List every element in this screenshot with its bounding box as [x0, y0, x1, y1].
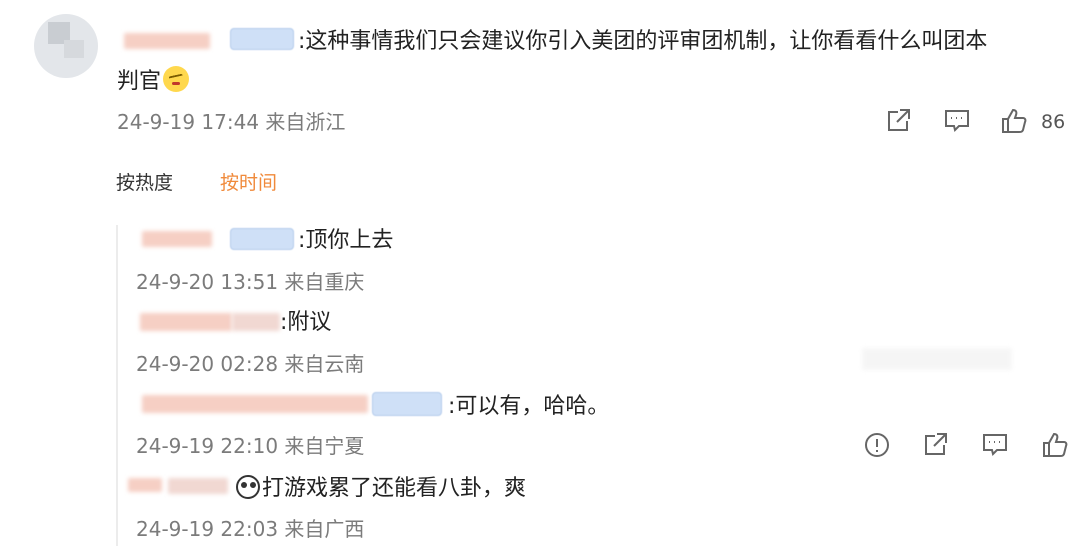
reply-divider: [116, 225, 118, 546]
sort-by-time-tab[interactable]: 按时间: [220, 170, 277, 196]
reply-username-blurred[interactable]: [232, 313, 280, 331]
reply-meta: 24-9-20 13:51 来自重庆: [136, 270, 365, 294]
reply-meta: 24-9-19 22:10 来自宁夏: [136, 434, 365, 458]
reply-username-blurred[interactable]: [168, 478, 228, 494]
avatar[interactable]: [34, 14, 98, 78]
reply-username-blurred[interactable]: [128, 478, 162, 492]
comment-meta: 24-9-19 17:44 来自浙江: [117, 110, 346, 134]
reply-username-blurred[interactable]: [142, 231, 212, 247]
comment-icon[interactable]: [942, 106, 972, 136]
like-icon[interactable]: [1040, 430, 1070, 460]
reply-text: :附议: [280, 310, 332, 335]
user-badge-blurred[interactable]: [230, 28, 294, 50]
share-icon[interactable]: [883, 106, 913, 136]
reply-text: 打游戏累了还能看八卦，爽: [236, 474, 526, 504]
reply-text-content: 打游戏累了还能看八卦，爽: [262, 476, 527, 501]
reply-meta: 24-9-19 22:03 来自广西: [136, 517, 365, 541]
username-blurred[interactable]: [124, 33, 210, 49]
emoji-icon: [163, 66, 190, 92]
panda-emoji-icon: [236, 475, 260, 499]
comment-text-line1: :这种事情我们只会建议你引入美团的评审团机制，让你看看什么叫团本: [298, 29, 988, 54]
reply-badge-blurred[interactable]: [230, 228, 294, 250]
comment-text-line2: 判官: [117, 66, 190, 97]
reply-text: :顶你上去: [298, 228, 394, 253]
like-icon[interactable]: [999, 106, 1029, 136]
reply-badge-blurred[interactable]: [372, 392, 442, 416]
reply-meta: 24-9-20 02:28 来自云南: [136, 352, 365, 376]
report-icon[interactable]: [862, 430, 892, 460]
reply-username-blurred[interactable]: [140, 313, 232, 331]
share-icon[interactable]: [920, 430, 950, 460]
reply-text: :可以有，哈哈。: [448, 394, 610, 419]
sort-by-hot-tab[interactable]: 按热度: [116, 170, 173, 196]
comment-text-line2-text: 判官: [117, 69, 162, 94]
reply-username-blurred[interactable]: [142, 395, 368, 413]
comment-icon[interactable]: [980, 430, 1010, 460]
faded-icons-blurred: [862, 348, 1012, 370]
like-count: 86: [1041, 111, 1066, 133]
